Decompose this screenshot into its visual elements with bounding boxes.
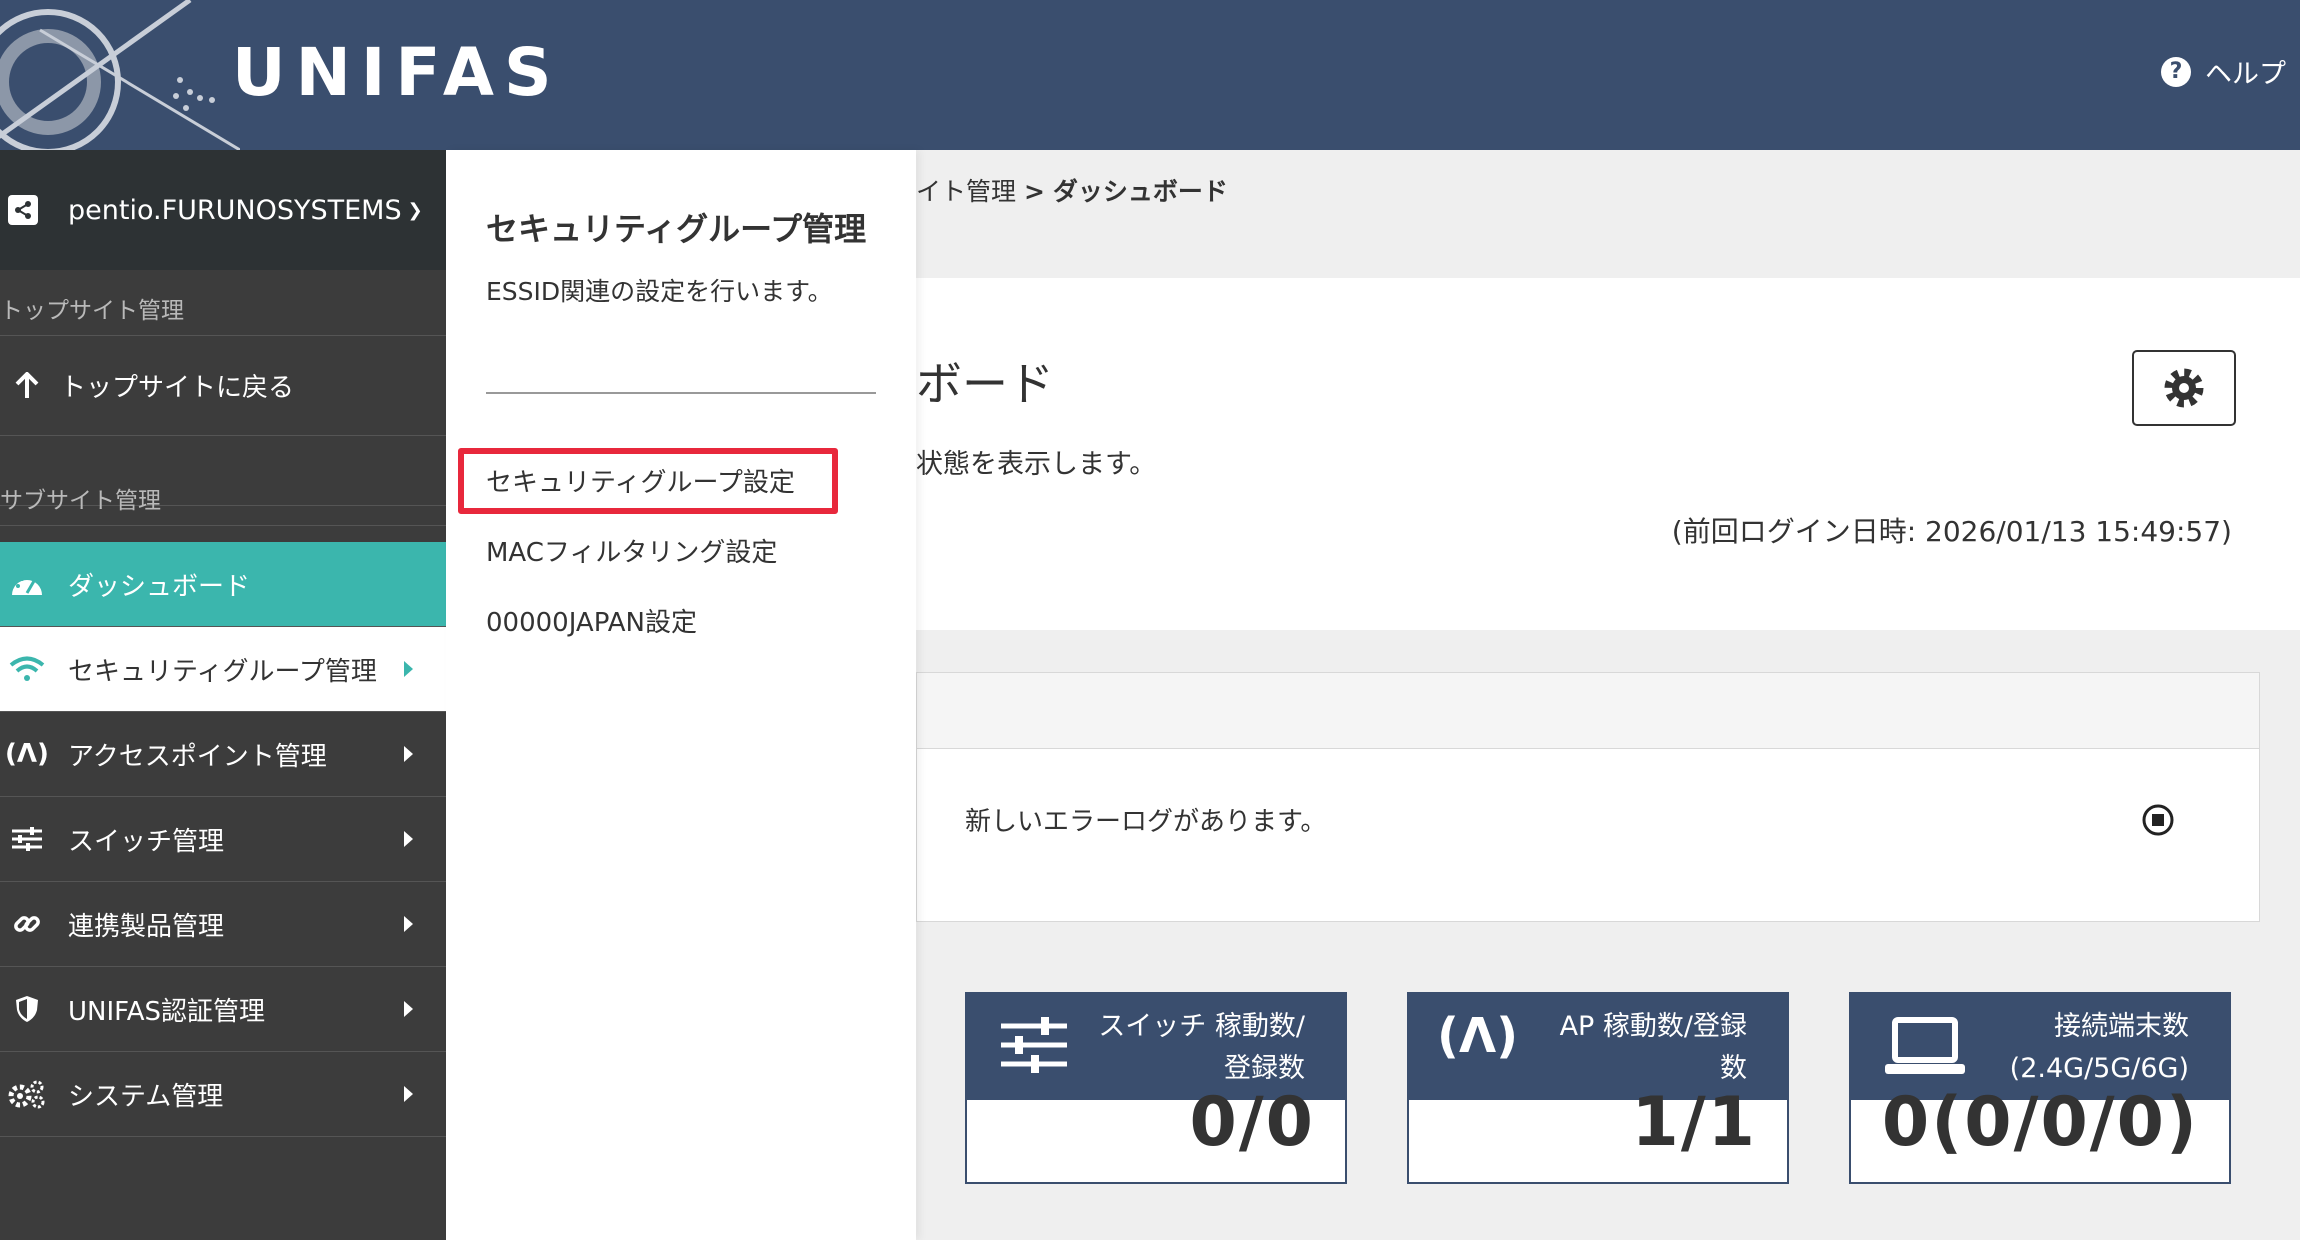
- chevron-right-icon: [404, 1086, 413, 1102]
- wifi-icon: [0, 656, 54, 682]
- sidebar-item-access-point[interactable]: (Λ) アクセスポイント管理: [0, 712, 446, 797]
- share-icon: [8, 195, 38, 225]
- chevron-right-icon: [404, 661, 413, 677]
- top-site-section-label: トップサイト管理: [0, 270, 446, 336]
- dashboard-header-card: ボード 状態を表示します。 (前回ログイン日時: 2026/01/13 15:4…: [916, 278, 2300, 630]
- stat-label-line1: 接続端末数: [2054, 1011, 2189, 1042]
- sidebar-item-integration[interactable]: 連携製品管理: [0, 882, 446, 967]
- flyout-link-security-group-settings[interactable]: セキュリティグループ設定: [486, 462, 795, 499]
- sidebar-item-label: アクセスポイント管理: [68, 741, 327, 772]
- help-link[interactable]: ? ヘルプ: [2161, 52, 2286, 91]
- sidebar-item-label: スイッチ管理: [68, 826, 225, 857]
- breadcrumb-separator: >: [1023, 177, 1045, 206]
- sidebar-item-switch[interactable]: スイッチ管理: [0, 797, 446, 882]
- arrow-up-icon: [0, 371, 54, 400]
- shield-icon: [0, 995, 54, 1023]
- error-card-header: [917, 673, 2259, 749]
- stat-label-line1: スイッチ 稼動数/: [1098, 1011, 1305, 1042]
- chevron-right-icon: [404, 1001, 413, 1017]
- error-message[interactable]: 新しいエラーログがあります。: [965, 801, 1326, 838]
- error-log-card: 新しいエラーログがあります。: [916, 672, 2260, 922]
- chevron-down-icon: ❯: [407, 199, 423, 221]
- settings-button[interactable]: [2132, 350, 2236, 426]
- chevron-right-icon: [404, 916, 413, 932]
- stat-label: スイッチ 稼動数/ 登録数: [1098, 1006, 1305, 1090]
- app-logo[interactable]: UNIFAS: [232, 34, 562, 111]
- sidebar-item-unifas-auth[interactable]: UNIFAS認証管理: [0, 967, 446, 1052]
- sidebar-item-label: システム管理: [68, 1081, 224, 1112]
- dashboard-gauge-icon: [0, 571, 54, 597]
- access-point-icon: (Λ): [5, 739, 49, 769]
- stat-value: 0/0: [1189, 1083, 1315, 1162]
- flyout-title: セキュリティグループ管理: [486, 210, 867, 248]
- stop-circle-icon[interactable]: [2141, 803, 2175, 837]
- link-icon: [0, 909, 54, 939]
- laptop-icon: [1885, 1017, 1965, 1074]
- access-point-icon: (Λ): [1437, 1008, 1519, 1064]
- question-circle-icon: ?: [2161, 56, 2191, 87]
- chevron-right-icon: [404, 746, 413, 762]
- flyout-link-00000japan[interactable]: 00000JAPAN設定: [486, 602, 697, 639]
- gear-icon: [2164, 368, 2204, 408]
- page-description: 状態を表示します。: [916, 449, 1157, 480]
- back-to-top-label: トップサイトに戻る: [60, 373, 295, 403]
- sidebar-item-dashboard[interactable]: ダッシュボード: [0, 542, 446, 627]
- flyout-divider: [486, 392, 876, 394]
- flyout-description: ESSID関連の設定を行います。: [486, 277, 833, 306]
- app-header: UNIFAS ? ヘルプ: [0, 0, 2300, 150]
- stat-card-switch[interactable]: スイッチ 稼動数/ 登録数 0/0: [965, 992, 1347, 1184]
- security-group-flyout-menu: セキュリティグループ管理 ESSID関連の設定を行います。 セキュリティグループ…: [446, 150, 916, 1240]
- stat-label: AP 稼動数/登録 数: [1560, 1006, 1747, 1090]
- sliders-icon: [1001, 1017, 1067, 1073]
- sidebar-item-security-group[interactable]: セキュリティグループ管理: [0, 627, 446, 712]
- sidebar-item-label: UNIFAS認証管理: [68, 996, 266, 1027]
- logo-globe-icon: [0, 0, 240, 150]
- help-label: ヘルプ: [2205, 59, 2286, 90]
- stat-label: 接続端末数 (2.4G/5G/6G): [2010, 1006, 2189, 1090]
- gears-icon: [0, 1079, 54, 1109]
- sliders-icon: [0, 827, 54, 851]
- stat-label-line1: AP 稼動数/登録: [1559, 1011, 1747, 1042]
- sidebar-item-system[interactable]: システム管理: [0, 1052, 446, 1137]
- site-name: pentio.FURUNOSYSTEMS: [68, 194, 402, 226]
- last-login-timestamp: (前回ログイン日時: 2026/01/13 15:49:57): [1671, 515, 2232, 548]
- stat-card-clients[interactable]: 接続端末数 (2.4G/5G/6G) 0(0/0/0): [1849, 992, 2231, 1184]
- site-selector[interactable]: pentio.FURUNOSYSTEMS ❯: [0, 150, 446, 270]
- breadcrumb: イト管理 > ダッシュボード: [916, 172, 1228, 208]
- breadcrumb-current: ダッシュボード: [1052, 177, 1228, 206]
- sub-site-section-label: サブサイト管理: [0, 488, 446, 526]
- sidebar: pentio.FURUNOSYSTEMS ❯ トップサイト管理 トップサイトに戻…: [0, 150, 446, 1240]
- chevron-right-icon: [404, 831, 413, 847]
- page-title: ボード: [916, 357, 1054, 411]
- sidebar-item-label: ダッシュボード: [68, 571, 251, 602]
- stat-card-ap[interactable]: (Λ) AP 稼動数/登録 数 1/1: [1407, 992, 1789, 1184]
- flyout-link-mac-filtering[interactable]: MACフィルタリング設定: [486, 532, 777, 569]
- back-to-top-site-link[interactable]: トップサイトに戻る: [0, 336, 446, 436]
- sidebar-item-label: 連携製品管理: [68, 911, 225, 942]
- main-content: イト管理 > ダッシュボード ボード 状態を表示します。 (前回ログイン日時: …: [916, 150, 2300, 1240]
- breadcrumb-parent[interactable]: イト管理: [916, 177, 1016, 206]
- stat-value: 1/1: [1631, 1083, 1757, 1162]
- sidebar-item-label: セキュリティグループ管理: [68, 656, 377, 687]
- stat-value: 0(0/0/0): [1881, 1083, 2199, 1162]
